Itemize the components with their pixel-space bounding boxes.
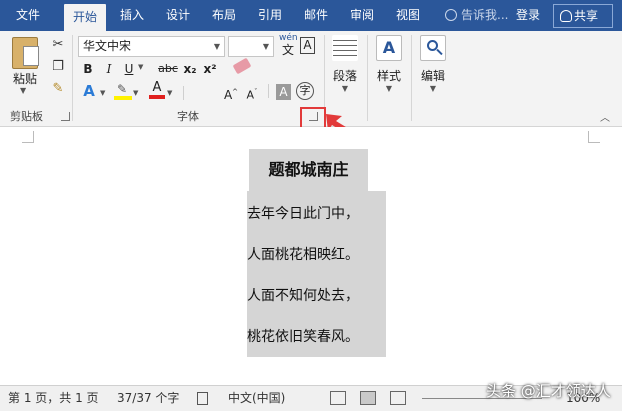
- subscript-button[interactable]: x₂: [182, 59, 198, 79]
- web-layout-icon[interactable]: [390, 391, 406, 405]
- underline-button[interactable]: U: [121, 59, 137, 79]
- phonetic-char: 文: [281, 43, 294, 57]
- phonetic-pinyin: wén: [279, 33, 298, 43]
- paragraph-label: 段落: [332, 69, 357, 83]
- search-icon: [420, 35, 446, 61]
- tab-view[interactable]: 视图: [388, 0, 428, 31]
- divider: [183, 86, 184, 100]
- highlight-color-icon[interactable]: ✎: [114, 82, 132, 100]
- chevron-down-icon: ▼: [341, 84, 349, 93]
- phonetic-guide-button[interactable]: wén 文: [279, 33, 298, 58]
- text-effects-icon[interactable]: A: [80, 81, 98, 101]
- chevron-down-icon[interactable]: ▼: [138, 63, 143, 71]
- tell-me-text: 告诉我...: [461, 8, 509, 22]
- shrink-font-label: A: [246, 88, 255, 102]
- page-count[interactable]: 第 1 页，共 1 页: [8, 386, 99, 411]
- share-button[interactable]: 共享: [553, 4, 613, 28]
- shrink-font-button[interactable]: Aˇ: [244, 82, 260, 102]
- paragraph-button[interactable]: 段落 ▼: [327, 35, 363, 93]
- chevron-down-icon[interactable]: ▼: [167, 89, 172, 97]
- ribbon-tab-bar: 文件 开始 插入 设计 布局 引用 邮件 审阅 视图 告诉我... 登录 共享: [0, 0, 622, 31]
- proofing-icon[interactable]: [197, 392, 208, 405]
- tab-home[interactable]: 开始: [64, 4, 106, 31]
- font-name-value: 华文中宋: [83, 39, 132, 53]
- document-area[interactable]: 题都城南庄 去年今日此门中， 人面桃花相映红。 人面不知何处去， 桃花依旧笑春风…: [0, 127, 622, 385]
- char-border-icon[interactable]: A: [300, 37, 315, 54]
- tab-references[interactable]: 引用: [250, 0, 290, 31]
- read-mode-icon[interactable]: [330, 391, 346, 405]
- superscript-button[interactable]: x²: [202, 59, 218, 79]
- tab-design[interactable]: 设计: [158, 0, 198, 31]
- font-color-icon[interactable]: A: [149, 80, 165, 100]
- highlight-swatch: [114, 96, 132, 100]
- person-icon: [560, 10, 572, 22]
- grow-font-label: A: [223, 88, 233, 102]
- format-painter-icon[interactable]: ✎: [49, 81, 67, 97]
- clear-formatting-icon[interactable]: [232, 57, 252, 75]
- margin-mark: [22, 131, 34, 143]
- chevron-down-icon: ▼: [429, 84, 437, 93]
- language-status[interactable]: 中文(中国): [228, 386, 285, 411]
- paste-icon[interactable]: [12, 37, 39, 69]
- chevron-down-icon[interactable]: ▼: [100, 89, 105, 97]
- grow-font-button[interactable]: A^: [223, 82, 239, 102]
- paste-dropdown-icon[interactable]: ▼: [20, 86, 26, 95]
- strikethrough-button[interactable]: abc: [156, 59, 180, 79]
- font-name-select[interactable]: 华文中宋 ▼: [78, 36, 225, 57]
- collapse-ribbon-icon[interactable]: ︿: [600, 109, 610, 124]
- lightbulb-icon: [445, 9, 457, 21]
- italic-button[interactable]: I: [101, 59, 117, 79]
- chevron-down-icon[interactable]: ▼: [133, 89, 138, 97]
- word-count[interactable]: 37/37 个字: [117, 386, 179, 411]
- font-color-swatch: [149, 95, 165, 99]
- tab-file[interactable]: 文件: [8, 0, 48, 31]
- clipboard-launcher-icon[interactable]: [61, 112, 70, 121]
- chevron-down-icon: ▼: [213, 42, 220, 51]
- divider: [268, 84, 269, 98]
- divider: [72, 35, 73, 121]
- enclose-char-icon[interactable]: 字: [296, 82, 314, 100]
- chevron-down-icon: ▼: [385, 84, 393, 93]
- font-group-label: 字体: [177, 110, 199, 123]
- paragraph-icon: [332, 35, 358, 61]
- share-label: 共享: [574, 9, 599, 23]
- login-button[interactable]: 登录: [516, 0, 540, 31]
- editing-label: 编辑: [420, 69, 445, 83]
- font-size-select[interactable]: ▼: [228, 36, 274, 57]
- doc-line[interactable]: 桃花依旧笑春风。: [247, 326, 359, 346]
- clipboard-group-label: 剪贴板: [10, 110, 43, 123]
- divider: [411, 35, 412, 121]
- tell-me-box[interactable]: 告诉我...: [445, 0, 508, 31]
- divider: [367, 35, 368, 121]
- doc-line[interactable]: 去年今日此门中，: [247, 203, 359, 223]
- print-layout-icon[interactable]: [360, 391, 376, 405]
- editing-button[interactable]: 编辑 ▼: [415, 35, 451, 93]
- copy-icon[interactable]: ❐: [49, 59, 67, 75]
- tab-insert[interactable]: 插入: [112, 0, 152, 31]
- styles-button[interactable]: A 样式 ▼: [371, 35, 407, 93]
- char-shading-icon[interactable]: A: [276, 84, 291, 100]
- doc-line[interactable]: 人面桃花相映红。: [247, 244, 359, 264]
- styles-label: 样式: [376, 69, 401, 83]
- tab-layout[interactable]: 布局: [204, 0, 244, 31]
- pen-icon: ✎: [117, 82, 128, 96]
- doc-body-selection[interactable]: 去年今日此门中， 人面桃花相映红。 人面不知何处去， 桃花依旧笑春风。: [247, 191, 386, 357]
- cut-icon[interactable]: ✂: [49, 37, 67, 53]
- bold-button[interactable]: B: [80, 59, 96, 79]
- tab-mailings[interactable]: 邮件: [296, 0, 336, 31]
- doc-line[interactable]: 人面不知何处去，: [247, 285, 359, 305]
- watermark: 头条 @汇才领达人: [486, 382, 611, 400]
- styles-icon: A: [376, 35, 402, 61]
- tab-review[interactable]: 审阅: [342, 0, 382, 31]
- chevron-down-icon: ▼: [262, 42, 269, 51]
- margin-mark: [588, 131, 600, 143]
- doc-title[interactable]: 题都城南庄: [249, 149, 368, 191]
- paste-button-label[interactable]: 粘贴: [13, 70, 37, 87]
